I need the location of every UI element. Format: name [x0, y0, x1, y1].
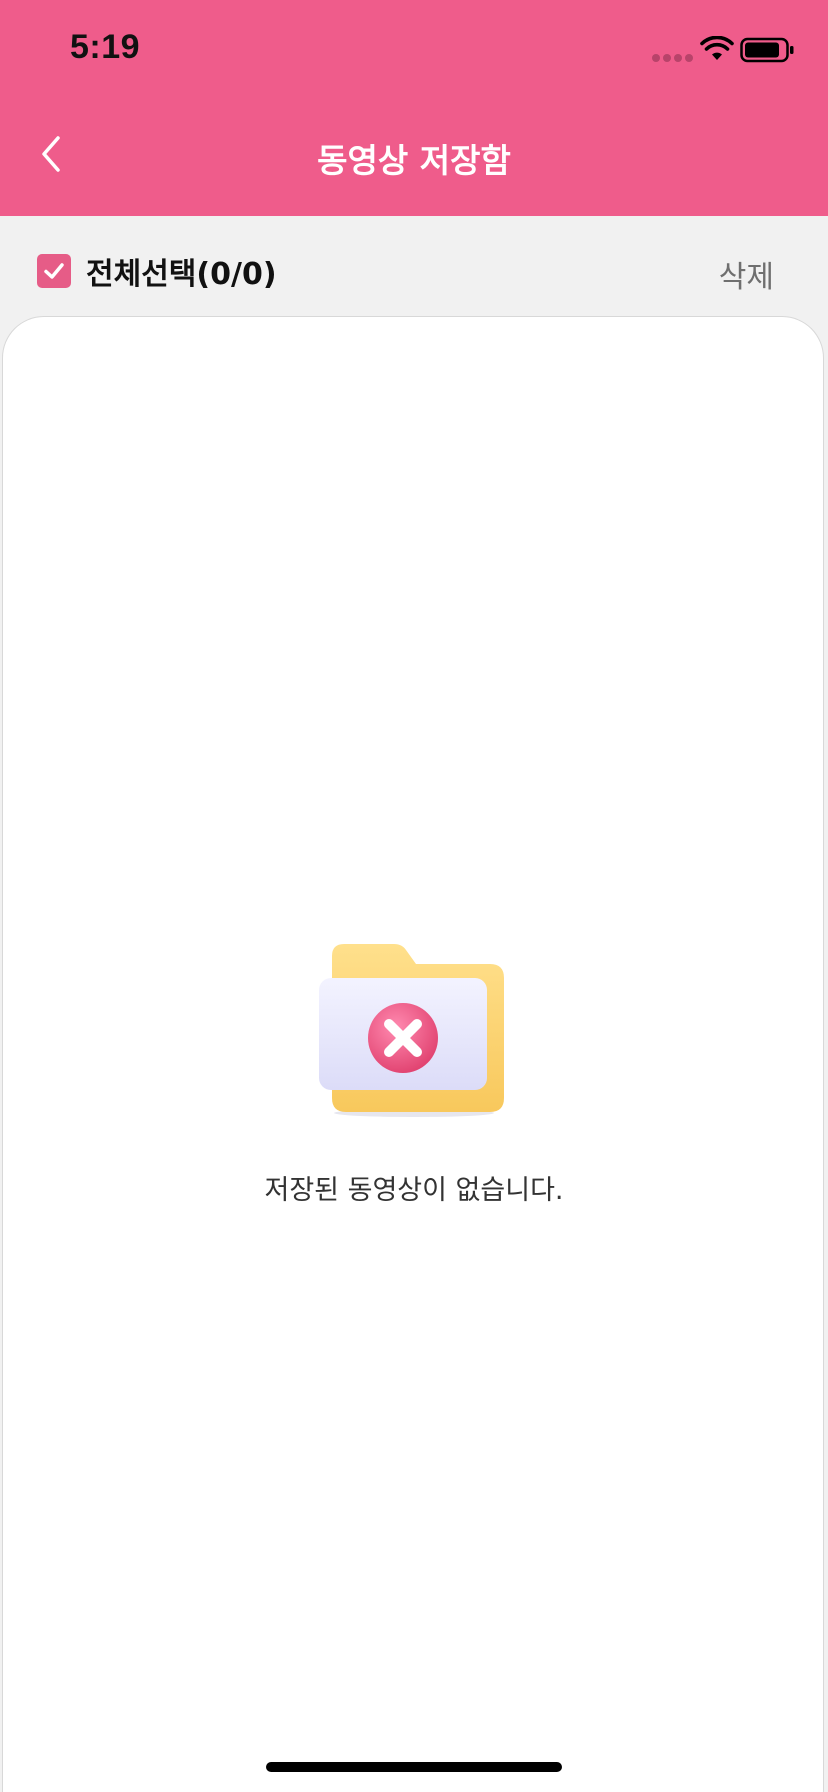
status-time: 5:19	[70, 28, 141, 66]
app-header: 5:19 동영상 저장함	[0, 0, 828, 216]
checkmark-icon	[44, 263, 64, 279]
checkbox-checked[interactable]	[37, 254, 71, 288]
select-all-label: 전체선택(0/0)	[86, 257, 277, 292]
page-title: 동영상 저장함	[317, 141, 511, 180]
select-all-checkbox[interactable]: 전체선택(0/0)	[37, 252, 277, 292]
battery-icon	[740, 37, 794, 63]
empty-folder-icon	[319, 944, 504, 1117]
delete-button[interactable]: 삭제	[719, 252, 774, 296]
empty-state-message: 저장된 동영상이 없습니다.	[264, 1175, 564, 1206]
home-indicator	[266, 1762, 562, 1772]
selection-toolbar: 전체선택(0/0) 삭제	[0, 216, 828, 316]
cellular-signal-icon	[652, 54, 693, 62]
wifi-icon	[700, 36, 734, 60]
